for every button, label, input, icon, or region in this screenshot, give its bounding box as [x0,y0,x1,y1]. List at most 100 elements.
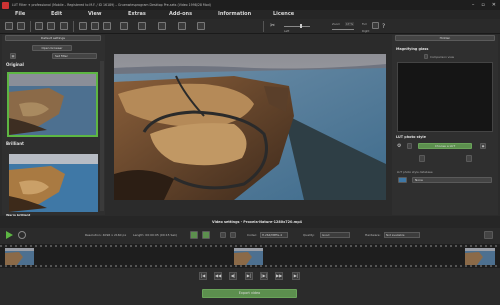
fit-icon[interactable] [372,22,379,29]
play-icon[interactable] [6,231,13,239]
export-video-button[interactable]: Export video [202,289,297,298]
comparison-view-label: Comparison view [430,55,455,59]
preset-thumb-original[interactable] [7,72,98,137]
length-text: Length: 00:00:05 (00:15 Sek) [133,233,178,237]
lut-database-label: LUT photo style database [397,170,433,174]
filter-select[interactable]: Set filter [52,53,97,59]
quality-select[interactable]: Good [320,232,350,238]
filmstrip-frame[interactable] [234,248,263,265]
lut-select-button[interactable]: Choose a LUT [418,143,472,149]
landscape-thumbnail [9,154,98,212]
save-icon[interactable] [60,22,68,30]
lut-photo-style-label: LUT photo style [396,135,426,139]
lut-save-icon[interactable] [466,155,472,162]
split-slider[interactable] [284,26,310,27]
menu-information[interactable]: Information [218,11,251,17]
go-end-button[interactable]: ▶| [292,272,300,280]
redo-icon[interactable] [91,22,99,30]
crop-icon[interactable]: ✂ [270,22,278,30]
help-icon[interactable]: ? [382,23,390,31]
menu-licence[interactable]: Licence [273,11,294,17]
export-icon[interactable] [120,22,128,30]
menu-view[interactable]: View [88,11,102,17]
lut-small-button[interactable] [407,143,412,149]
settings-icon[interactable] [158,22,166,30]
mark-in-icon[interactable] [190,231,198,239]
video-controls: Resolution: 4096 x 2160 px Length: 00:00… [0,228,500,244]
codec-label: Codec: [247,233,258,237]
go-start-button[interactable]: |◀ [199,272,207,280]
landscape-photo [114,54,386,200]
folder-icon[interactable]: ▤ [10,53,16,59]
next-frame-button[interactable]: ▶| [245,272,253,280]
undo-icon[interactable] [79,22,87,30]
magnifying-glass-label: Magnifying glass [396,47,429,51]
history-icon[interactable] [103,22,111,30]
batch-icon[interactable] [138,22,146,30]
compare-icon[interactable] [47,22,55,30]
lut-gear-icon[interactable]: ⚙ [397,143,404,150]
close-button[interactable]: ✕ [492,2,496,8]
fast-forward-button[interactable]: ▶▶ [275,272,283,280]
main-preview-image[interactable] [114,54,386,200]
filmstrip[interactable] [0,244,500,268]
effects-panel: Hidden Magnifying glass Comparison view … [392,35,498,215]
right-label: Right [362,29,370,33]
split-button[interactable]: |▶| [260,272,268,280]
mark-out-icon[interactable] [202,231,210,239]
sprocket-top [0,245,500,247]
landscape-thumbnail [9,74,96,135]
frame-thumbnail [234,248,263,265]
zoom-value[interactable]: 17 % [345,22,355,26]
filmstrip-frame[interactable] [5,248,34,265]
fullscreen-icon[interactable] [230,232,236,238]
hidden-button[interactable]: Hidden [395,35,495,41]
preview-play-icon[interactable] [18,231,26,239]
app-logo-icon [2,1,9,9]
comparison-checkbox[interactable] [424,54,428,59]
maximize-button[interactable]: ▫ [481,2,484,8]
menu-edit[interactable]: Edit [51,11,62,17]
hardware-label: Hardware: [365,233,381,237]
zoom-slider[interactable] [332,29,354,30]
codec-select[interactable]: H.264/MPEG-4 [260,232,288,238]
default-settings-button[interactable]: Default settings [5,35,101,41]
video-settings-title: Video settings - Proxela-Nature-1280x720… [212,220,302,224]
new-icon[interactable] [5,22,13,30]
preset-thumb-brilliant[interactable] [9,154,98,212]
video-settings-icon[interactable] [484,231,493,239]
quality-label: Quality: [303,233,315,237]
menu-file[interactable]: File [15,11,25,17]
transport-bar: |◀ ◀◀ ◀| ▶| |▶| ▶▶ ▶| [0,268,500,286]
lut-database-select[interactable]: None [412,177,492,183]
open-icon[interactable] [17,22,25,30]
info-icon[interactable] [197,22,205,30]
toolbar-separator [30,21,31,32]
grid-icon[interactable] [178,22,186,30]
menu-addons[interactable]: Add-ons [169,11,192,17]
open-browser-button[interactable]: Open browser [32,45,72,51]
filmstrip-frame[interactable] [465,248,495,265]
preset-panel: Default settings Open browser ▤ Set filt… [2,35,105,217]
lut-info-icon[interactable]: ◉ [480,143,486,149]
split-slider-knob[interactable] [300,24,302,28]
window-title: LUT Filter ✦ professional (Mobile – Regi… [12,3,211,7]
minimize-button[interactable]: – [472,2,475,8]
toolbar: ✂ Left Zoom 17 % Full Right ? [0,19,500,34]
rewind-button[interactable]: ◀◀ [214,272,222,280]
title-bar: LUT Filter ✦ professional (Mobile – Regi… [0,0,500,10]
zoom-label: Zoom [332,22,341,26]
frame-thumbnail [5,248,34,265]
menu-extras[interactable]: Extras [128,11,146,17]
lut-page-icon[interactable] [419,155,425,162]
copy-icon[interactable] [35,22,43,30]
resolution-text: Resolution: 4096 x 2160 px [85,233,127,237]
snapshot-icon[interactable] [220,232,226,238]
left-label: Left [284,29,290,33]
frame-thumbnail [465,248,495,265]
export-area: Export video [0,286,500,305]
prev-frame-button[interactable]: ◀| [229,272,237,280]
preset-scrollbar[interactable] [100,61,104,211]
hardware-select[interactable]: Not available [384,232,420,238]
database-icon[interactable] [398,177,407,183]
